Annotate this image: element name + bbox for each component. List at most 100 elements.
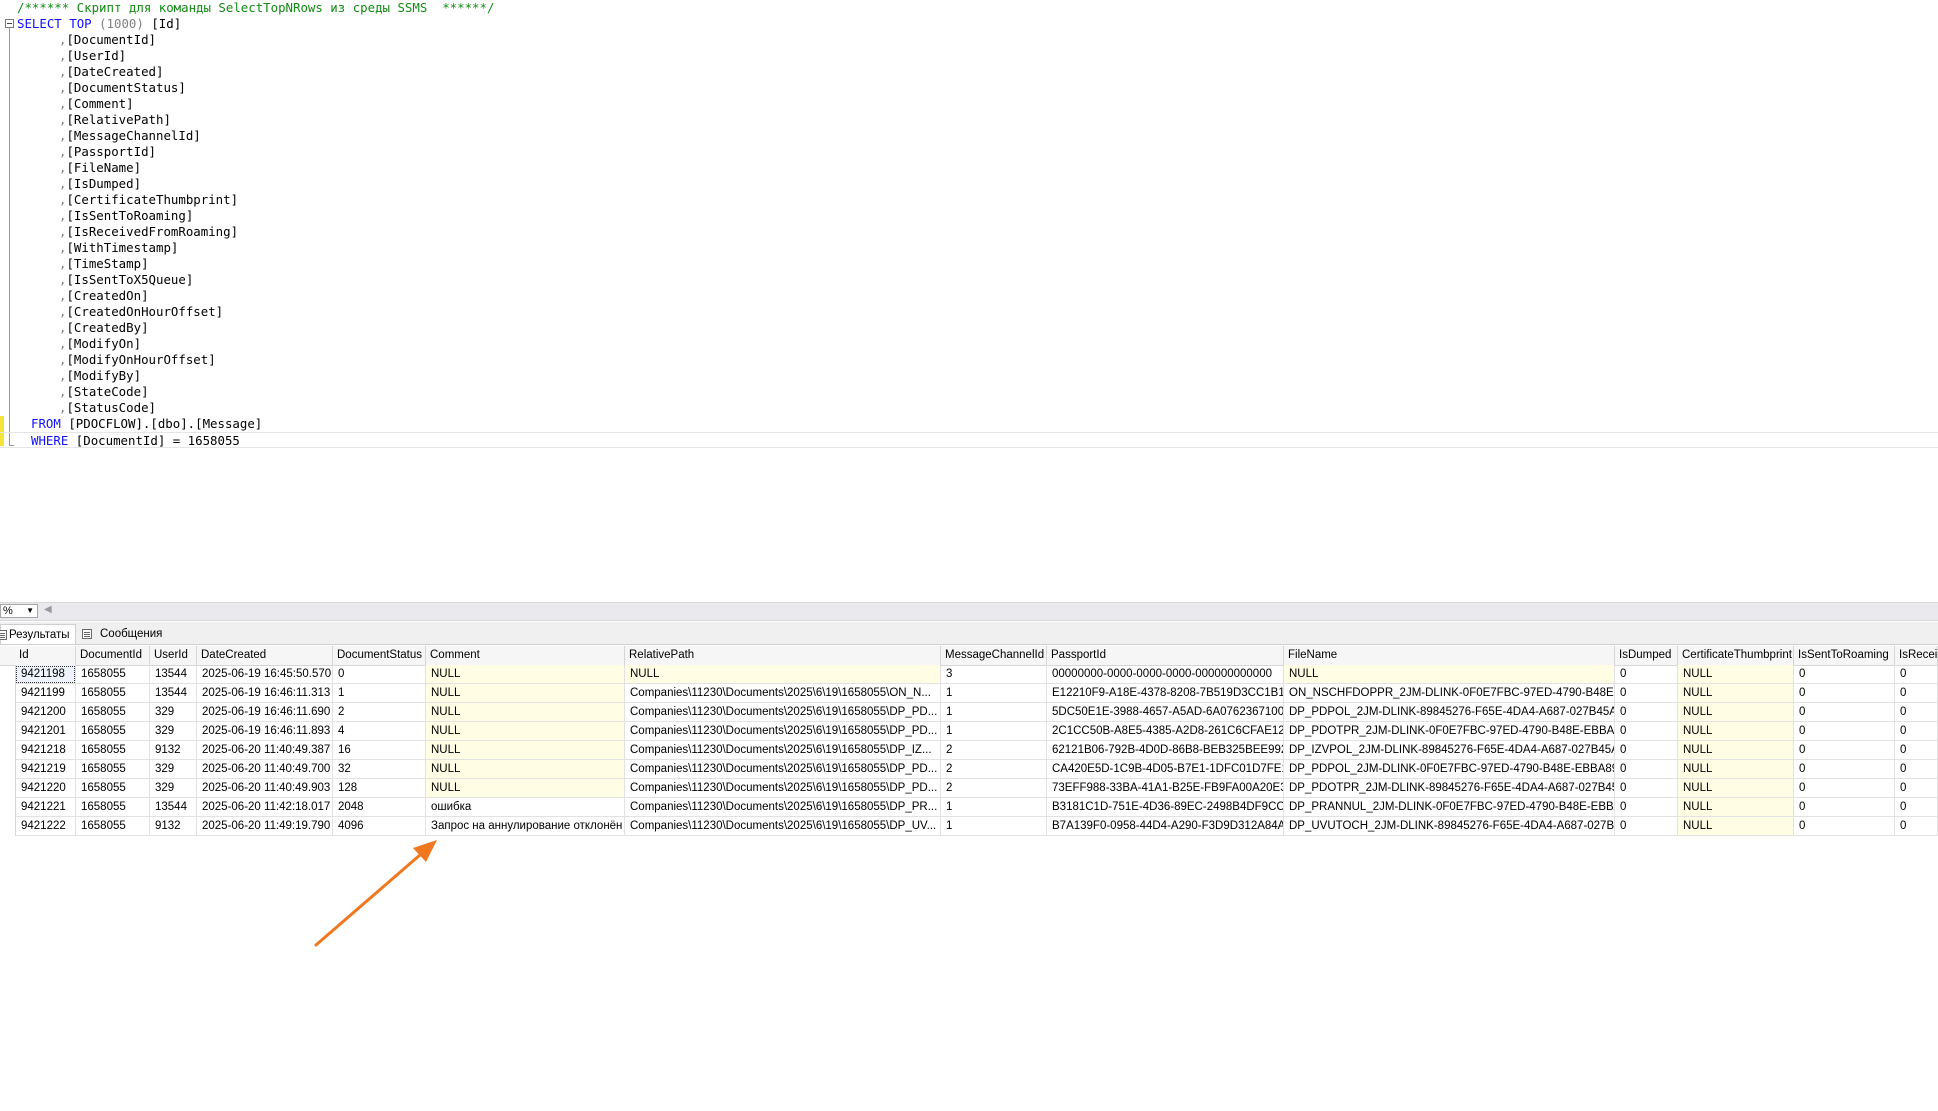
table-cell[interactable]: ON_NSCHFDOPPR_2JM-DLINK-0F0E7FBC-97ED-47… <box>1284 684 1615 703</box>
table-cell[interactable]: 1 <box>941 703 1047 722</box>
table-cell[interactable]: 0 <box>1794 798 1895 817</box>
table-cell[interactable]: 2025-06-20 11:42:18.017 <box>197 798 333 817</box>
table-cell[interactable]: 1658055 <box>76 817 150 836</box>
table-cell[interactable]: 73EFF988-33BA-41A1-B25E-FB9FA00A20E3 <box>1047 779 1284 798</box>
table-cell[interactable]: Companies\11230\Documents\2025\6\19\1658… <box>625 817 941 836</box>
table-cell[interactable]: 329 <box>150 722 197 741</box>
table-cell[interactable]: 329 <box>150 703 197 722</box>
table-cell[interactable]: DP_IZVPOL_2JM-DLINK-89845276-F65E-4DA4-A… <box>1284 741 1615 760</box>
column-header[interactable]: Comment <box>426 646 625 665</box>
column-header[interactable]: CertificateThumbprint <box>1678 646 1794 665</box>
table-cell[interactable]: 1658055 <box>76 684 150 703</box>
table-cell[interactable]: NULL <box>426 684 625 703</box>
table-cell[interactable]: 0 <box>1794 722 1895 741</box>
tab-messages[interactable]: Сообщения <box>80 624 166 644</box>
table-row[interactable]: 9421199 1658055 13544 2025-06-19 16:46:11.3… <box>0 684 1938 703</box>
table-row[interactable]: 9421220 1658055 329 2025-06-20 11:40:49.903… <box>0 779 1938 798</box>
table-cell[interactable]: 0 <box>1895 684 1938 703</box>
table-cell[interactable]: 9421201 <box>15 722 76 741</box>
table-cell[interactable]: 1 <box>941 722 1047 741</box>
column-header[interactable]: DocumentId <box>76 646 150 665</box>
column-header[interactable]: MessageChannelId <box>941 646 1047 665</box>
table-cell[interactable]: NULL <box>426 779 625 798</box>
column-header[interactable]: IsRecei <box>1895 646 1938 665</box>
table-cell[interactable]: 9132 <box>150 817 197 836</box>
table-cell[interactable]: 1658055 <box>76 665 150 684</box>
sql-editor[interactable]: /****** Скрипт для команды SelectTopNRow… <box>0 0 1938 600</box>
table-cell[interactable]: DP_PDPOL_2JM-DLINK-89845276-F65E-4DA4-A6… <box>1284 703 1615 722</box>
zoom-select[interactable]: % ▼ <box>0 604 38 618</box>
table-cell[interactable]: DP_UVUTOCH_2JM-DLINK-89845276-F65E-4DA4-… <box>1284 817 1615 836</box>
table-cell[interactable]: 00000000-0000-0000-0000-000000000000 <box>1047 665 1284 684</box>
scroll-left-icon[interactable]: ◀ <box>44 604 52 615</box>
table-row[interactable]: 9421201 1658055 329 2025-06-19 16:46:11.893… <box>0 722 1938 741</box>
table-cell[interactable]: 0 <box>333 665 426 684</box>
table-cell[interactable]: 13544 <box>150 684 197 703</box>
table-row[interactable]: 9421221 1658055 13544 2025-06-20 11:42:18.0… <box>0 798 1938 817</box>
table-cell[interactable]: 0 <box>1895 703 1938 722</box>
table-cell[interactable]: CA420E5D-1C9B-4D05-B7E1-1DFC01D7FE16 <box>1047 760 1284 779</box>
table-cell[interactable]: 2025-06-19 16:45:50.570 <box>197 665 333 684</box>
table-cell[interactable]: 1 <box>941 817 1047 836</box>
table-cell[interactable]: 0 <box>1794 703 1895 722</box>
table-cell[interactable]: NULL <box>426 703 625 722</box>
table-cell[interactable]: 1658055 <box>76 703 150 722</box>
table-cell[interactable]: 0 <box>1615 779 1678 798</box>
table-cell[interactable]: Companies\11230\Documents\2025\6\19\1658… <box>625 760 941 779</box>
table-cell[interactable]: 0 <box>1615 722 1678 741</box>
table-cell[interactable]: 0 <box>1895 665 1938 684</box>
table-cell[interactable]: 1 <box>941 684 1047 703</box>
table-cell[interactable]: 4 <box>333 722 426 741</box>
table-cell[interactable]: 0 <box>1895 817 1938 836</box>
table-cell[interactable]: 2025-06-20 11:40:49.387 <box>197 741 333 760</box>
table-cell[interactable]: 3 <box>941 665 1047 684</box>
table-cell[interactable]: 9421221 <box>15 798 76 817</box>
table-cell[interactable]: NULL <box>1678 817 1794 836</box>
table-cell[interactable]: Companies\11230\Documents\2025\6\19\1658… <box>625 779 941 798</box>
table-cell[interactable]: DP_PDOTPR_2JM-DLINK-0F0E7FBC-97ED-4790-B… <box>1284 722 1615 741</box>
table-cell[interactable]: NULL <box>1678 798 1794 817</box>
table-cell[interactable]: NULL <box>1678 760 1794 779</box>
table-cell[interactable]: 9421198 <box>15 665 76 684</box>
column-header[interactable]: DocumentStatus <box>333 646 426 665</box>
table-cell[interactable]: 9421222 <box>15 817 76 836</box>
table-cell[interactable]: 1658055 <box>76 798 150 817</box>
table-cell[interactable]: B3181C1D-751E-4D36-89EC-2498B4DF9CC1 <box>1047 798 1284 817</box>
table-cell[interactable]: 2025-06-19 16:46:11.893 <box>197 722 333 741</box>
table-cell[interactable]: 2025-06-19 16:46:11.313 <box>197 684 333 703</box>
table-cell[interactable]: 9421220 <box>15 779 76 798</box>
table-cell[interactable]: Companies\11230\Documents\2025\6\19\1658… <box>625 722 941 741</box>
tab-results[interactable]: Результаты <box>0 624 76 644</box>
table-cell[interactable]: 0 <box>1895 741 1938 760</box>
table-cell[interactable]: DP_PDOTPR_2JM-DLINK-89845276-F65E-4DA4-A… <box>1284 779 1615 798</box>
column-header[interactable]: DateCreated <box>197 646 333 665</box>
table-cell[interactable]: ошибка <box>426 798 625 817</box>
table-cell[interactable]: 2 <box>333 703 426 722</box>
table-cell[interactable]: NULL <box>1678 779 1794 798</box>
table-cell[interactable]: 0 <box>1794 760 1895 779</box>
table-cell[interactable]: E12210F9-A18E-4378-8208-7B519D3CC1B1 <box>1047 684 1284 703</box>
table-cell[interactable]: 2025-06-19 16:46:11.690 <box>197 703 333 722</box>
results-grid[interactable]: Id DocumentId UserId DateCreated DocumentSta… <box>0 646 1938 836</box>
table-cell[interactable]: 0 <box>1615 798 1678 817</box>
table-cell[interactable]: 0 <box>1794 741 1895 760</box>
table-cell[interactable]: 0 <box>1615 684 1678 703</box>
table-cell[interactable]: NULL <box>426 741 625 760</box>
table-cell[interactable]: NULL <box>1678 665 1794 684</box>
table-cell[interactable]: 2025-06-20 11:49:19.790 <box>197 817 333 836</box>
table-cell[interactable]: NULL <box>625 665 941 684</box>
table-cell[interactable]: 2025-06-20 11:40:49.700 <box>197 760 333 779</box>
table-cell[interactable]: 2 <box>941 779 1047 798</box>
table-cell[interactable]: 13544 <box>150 798 197 817</box>
table-cell[interactable]: 0 <box>1615 703 1678 722</box>
table-cell[interactable]: 13544 <box>150 665 197 684</box>
table-cell[interactable]: 0 <box>1794 665 1895 684</box>
table-row[interactable]: 9421198 1658055 13544 2025-06-19 16:45:50.5… <box>0 665 1938 684</box>
table-cell[interactable]: 9421199 <box>15 684 76 703</box>
table-cell[interactable]: Companies\11230\Documents\2025\6\19\1658… <box>625 798 941 817</box>
table-cell[interactable]: 329 <box>150 779 197 798</box>
table-cell[interactable]: 9421218 <box>15 741 76 760</box>
table-cell[interactable]: 2 <box>941 741 1047 760</box>
table-cell[interactable]: 1658055 <box>76 722 150 741</box>
table-cell[interactable]: 1658055 <box>76 741 150 760</box>
